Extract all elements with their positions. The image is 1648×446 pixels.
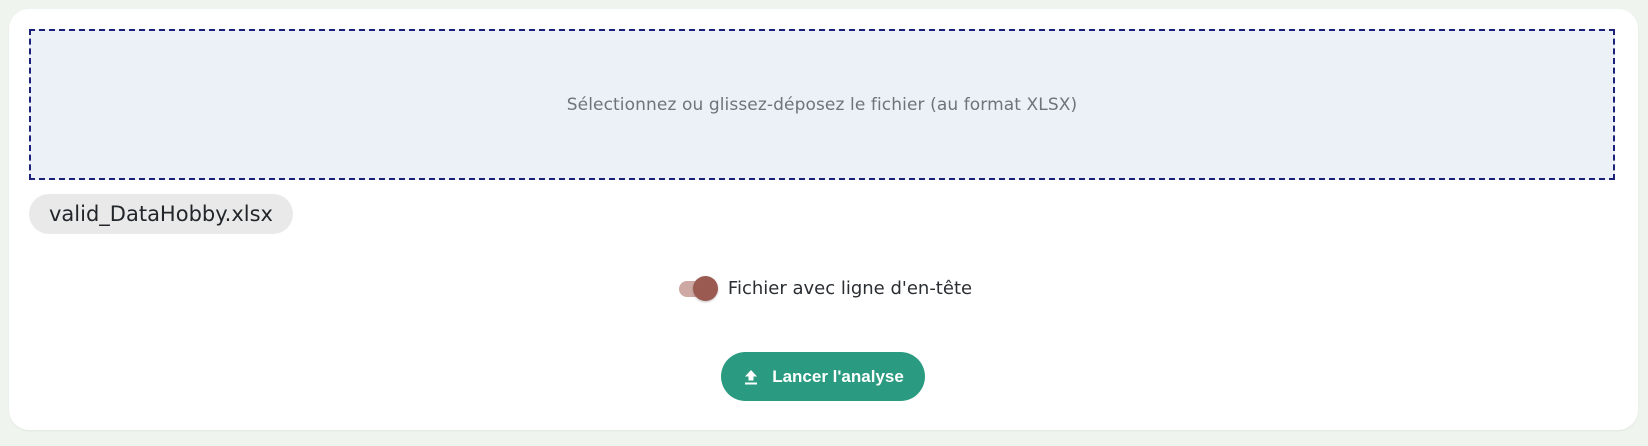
toggle-thumb [692, 276, 718, 301]
file-dropzone[interactable]: Sélectionnez ou glissez-déposez le fichi… [29, 29, 1615, 180]
selected-file-name: valid_DataHobby.xlsx [49, 202, 273, 226]
start-analysis-button[interactable]: Lancer l'analyse [721, 352, 925, 401]
header-row-option: Fichier avec ligne d'en-tête [0, 268, 1648, 308]
upload-icon [742, 368, 760, 386]
selected-file-chip: valid_DataHobby.xlsx [29, 194, 293, 234]
header-row-toggle[interactable] [676, 273, 718, 303]
start-analysis-label: Lancer l'analyse [772, 366, 904, 386]
header-row-toggle-label[interactable]: Fichier avec ligne d'en-tête [728, 278, 972, 299]
dropzone-instructions: Sélectionnez ou glissez-déposez le fichi… [566, 94, 1078, 115]
